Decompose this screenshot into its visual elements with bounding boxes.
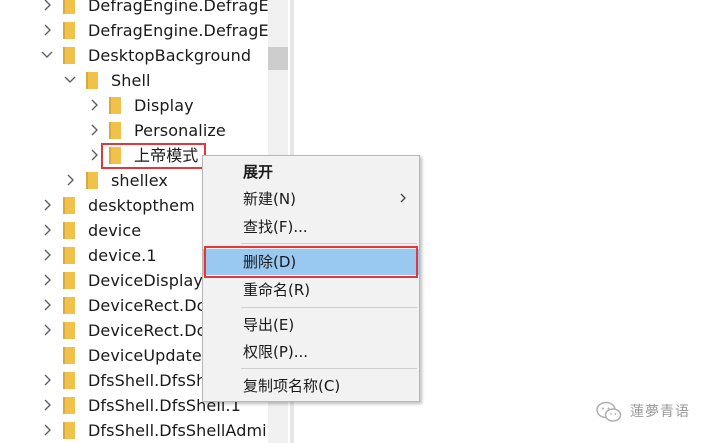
tree-node-label: DeviceRect.Dc xyxy=(88,321,206,340)
tree-node-label: desktopthem xyxy=(88,196,195,215)
menu-item-find[interactable]: 查找(F)... xyxy=(203,214,419,240)
watermark: 蓮夢青语 xyxy=(596,398,706,426)
chevron-right-icon[interactable] xyxy=(41,199,53,211)
menu-separator xyxy=(241,307,417,308)
chevron-down-icon[interactable] xyxy=(41,49,53,61)
menu-item-permissions[interactable]: 权限(P)... xyxy=(203,339,419,365)
folder-icon xyxy=(63,222,75,239)
tree-node-label: DeviceUpdate xyxy=(88,346,202,365)
chevron-down-icon[interactable] xyxy=(64,74,76,86)
chevron-right-icon[interactable] xyxy=(88,99,100,111)
chevron-right-icon[interactable] xyxy=(41,274,53,286)
context-menu: 展开 新建(N) 查找(F)... 删除(D) 重命名(R) 导出(E) 权限(… xyxy=(202,155,420,402)
menu-item-label: 复制项名称(C) xyxy=(243,377,341,395)
menu-item-label: 权限(P)... xyxy=(243,343,309,361)
menu-item-label: 重命名(R) xyxy=(243,281,311,299)
tree-node[interactable]: Display xyxy=(0,93,268,118)
folder-icon xyxy=(86,72,98,89)
folder-icon xyxy=(63,22,75,39)
menu-separator xyxy=(241,243,417,244)
watermark-text: 蓮夢青语 xyxy=(630,404,690,420)
chevron-right-icon[interactable] xyxy=(41,324,53,336)
tree-node-label: DefragEngine.DefragE xyxy=(88,21,268,40)
chevron-right-icon[interactable] xyxy=(41,249,53,261)
menu-item-label: 查找(F)... xyxy=(243,218,308,236)
menu-item-label: 导出(E) xyxy=(243,316,295,334)
folder-icon xyxy=(63,372,75,389)
folder-icon xyxy=(63,322,75,339)
chevron-right-icon[interactable] xyxy=(88,124,100,136)
folder-icon xyxy=(109,97,121,114)
tree-node-label: DefragEngine.DefragE xyxy=(88,0,268,15)
chevron-right-icon xyxy=(400,193,406,203)
folder-icon xyxy=(63,0,75,14)
folder-icon xyxy=(86,172,98,189)
wechat-icon xyxy=(596,401,622,422)
menu-item-label: 新建(N) xyxy=(243,190,296,208)
folder-icon xyxy=(63,397,75,414)
tree-node[interactable]: DfsShell.DfsShellAdmi xyxy=(0,418,268,443)
chevron-right-icon[interactable] xyxy=(64,174,76,186)
tree-node-label: DfsShell.DfsShellAdmi xyxy=(88,421,267,440)
delete-highlight-box xyxy=(204,246,418,278)
tree-node-label: Shell xyxy=(111,71,151,90)
tree-node-label: DeviceRect.Dc xyxy=(88,296,206,315)
chevron-right-icon[interactable] xyxy=(41,374,53,386)
tree-node-label: Personalize xyxy=(134,121,226,140)
tree-node-label: shellex xyxy=(111,171,168,190)
menu-item-expand[interactable]: 展开 xyxy=(203,159,419,185)
selected-key-highlight xyxy=(101,143,206,169)
tree-node-label: Display xyxy=(134,96,194,115)
chevron-right-icon[interactable] xyxy=(41,24,53,36)
tree-node-label: device.1 xyxy=(88,246,157,265)
scrollbar-thumb[interactable] xyxy=(268,47,288,70)
menu-separator xyxy=(241,368,417,369)
tree-node-label: DfsShell.DfsSh xyxy=(88,371,207,390)
folder-icon xyxy=(63,197,75,214)
tree-node-label: DeviceDisplay xyxy=(88,271,203,290)
tree-node[interactable]: DefragEngine.DefragE xyxy=(0,18,268,43)
folder-icon xyxy=(109,122,121,139)
menu-item-export[interactable]: 导出(E) xyxy=(203,312,419,338)
menu-item-copy-key-name[interactable]: 复制项名称(C) xyxy=(203,373,419,399)
chevron-right-icon[interactable] xyxy=(41,299,53,311)
menu-item-rename[interactable]: 重命名(R) xyxy=(203,277,419,303)
folder-icon xyxy=(63,247,75,264)
tree-node[interactable]: Shell xyxy=(0,68,268,93)
menu-item-label: 展开 xyxy=(243,163,274,181)
tree-node[interactable]: Personalize xyxy=(0,118,268,143)
folder-icon xyxy=(63,422,75,439)
chevron-right-icon[interactable] xyxy=(41,399,53,411)
folder-icon xyxy=(63,347,75,364)
folder-icon xyxy=(63,272,75,289)
chevron-right-icon[interactable] xyxy=(41,0,53,11)
folder-icon xyxy=(63,47,75,64)
folder-icon xyxy=(63,297,75,314)
chevron-right-icon[interactable] xyxy=(41,424,53,436)
tree-node[interactable]: DefragEngine.DefragE xyxy=(0,0,268,18)
chevron-right-icon[interactable] xyxy=(41,224,53,236)
tree-node-label: DesktopBackground xyxy=(88,46,252,65)
tree-node[interactable]: DesktopBackground xyxy=(0,43,268,68)
menu-item-new[interactable]: 新建(N) xyxy=(203,186,419,212)
chevron-right-icon[interactable] xyxy=(88,149,100,161)
tree-node-label: device xyxy=(88,221,142,240)
